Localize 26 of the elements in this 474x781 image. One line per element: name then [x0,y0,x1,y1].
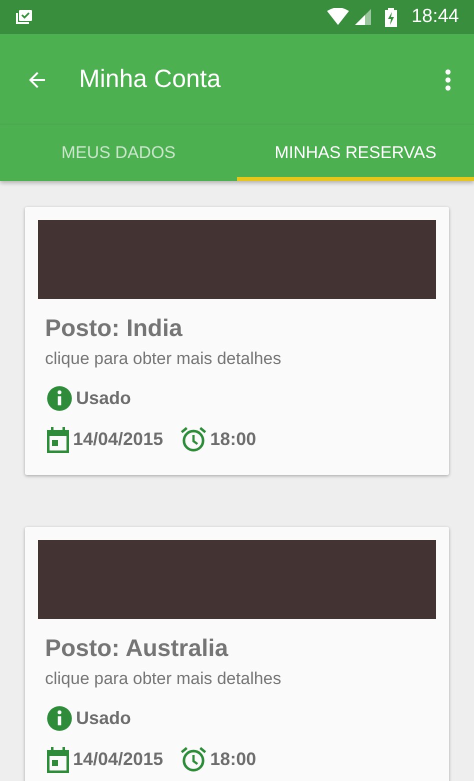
more-options-icon[interactable] [444,68,452,92]
clipboard-check-icon [14,8,34,26]
screen-title: Minha Conta [79,65,222,94]
card-title: Posto: Australia [45,635,230,663]
calendar-icon [46,746,70,772]
card-subtitle: clique para obter mais detalhes [45,669,282,689]
status-label: Usado [76,388,132,409]
signal-icon [355,9,372,25]
tab[interactable]: MINHAS RESERVAS [237,125,474,181]
clock-time: 18:44 [411,6,459,28]
date-text: 14/04/2015 [73,749,164,770]
wifi-icon [327,8,350,26]
info-icon [46,385,73,412]
card-subtitle: clique para obter mais detalhes [45,349,282,369]
reservation-card[interactable]: Posto: India clique para obter mais detalhes Usado 14/04/2015 18:00 [25,207,449,475]
time-text: 18:00 [210,749,256,770]
info-icon [46,705,73,732]
reservation-card[interactable]: Posto: Australia clique para obter mais detalhes Usado 14/04/2015 18:00 [25,527,449,781]
alarm-clock-icon [180,746,208,773]
status-label: Usado [76,708,132,729]
battery-charging-icon [385,8,398,26]
card-title: Posto: India [45,315,184,343]
calendar-icon [46,426,70,452]
time-text: 18:00 [210,429,256,450]
alarm-clock-icon [180,426,208,453]
date-text: 14/04/2015 [73,429,164,450]
